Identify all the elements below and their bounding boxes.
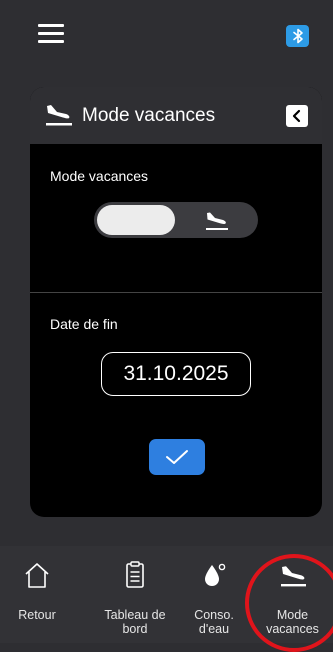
vacation-mode-toggle[interactable] — [94, 202, 258, 238]
end-date-label: Date de fin — [50, 316, 118, 332]
airplane-landing-icon — [277, 560, 309, 590]
checkmark-icon — [166, 450, 188, 464]
airplane-landing-icon — [44, 103, 74, 127]
nav-label: Retour — [18, 608, 56, 622]
back-button[interactable] — [286, 105, 308, 127]
nav-item-conso-eau[interactable]: Conso. d'eau — [182, 546, 246, 643]
bottom-nav: Retour Tableau de bord Conso. d'eau Mode… — [0, 546, 333, 643]
section-divider — [30, 292, 322, 293]
top-bar — [0, 0, 333, 72]
hamburger-icon[interactable] — [38, 24, 64, 44]
card-title: Mode vacances — [82, 105, 216, 126]
bluetooth-icon[interactable] — [286, 25, 309, 47]
airplane-landing-icon — [204, 211, 230, 231]
clipboard-icon — [119, 560, 151, 590]
nav-item-mode-vacances[interactable]: Mode vacances — [252, 546, 333, 643]
confirm-button[interactable] — [149, 439, 205, 475]
end-date-field[interactable]: 31.10.2025 — [101, 352, 251, 396]
vacation-mode-label: Mode vacances — [50, 168, 149, 184]
nav-label: Conso. d'eau — [194, 608, 234, 636]
chevron-left-icon — [292, 109, 301, 123]
vacation-mode-card: Mode vacances Mode vacances Date de fin … — [30, 87, 322, 517]
card-header: Mode vacances — [30, 87, 322, 144]
nav-label: Mode vacances — [266, 608, 319, 636]
nav-label: Tableau de bord — [104, 608, 166, 636]
toggle-knob — [97, 205, 175, 235]
water-drop-icon — [198, 560, 230, 590]
nav-item-tableau-de-bord[interactable]: Tableau de bord — [88, 546, 182, 643]
nav-item-retour[interactable]: Retour — [0, 546, 74, 643]
home-icon — [21, 560, 53, 590]
